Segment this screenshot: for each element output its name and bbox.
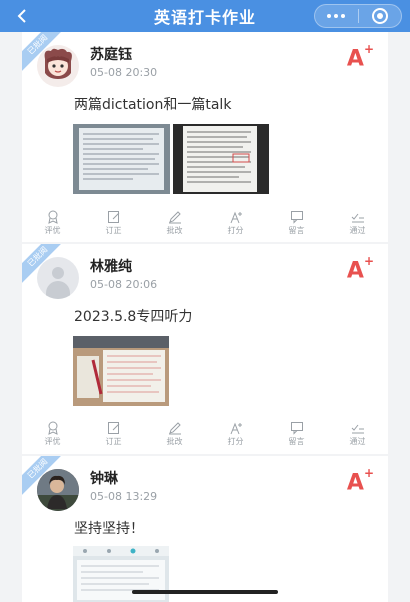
grade-badge: A+ [346,42,374,72]
action-score-button[interactable]: 打分 [211,210,261,236]
pencil-icon [167,210,183,224]
post-time: 05-08 20:06 [90,278,158,291]
chevron-left-icon [17,9,26,23]
author-name: 钟琳 [90,471,118,487]
post-content: 两篇dictation和一篇talk [74,97,232,113]
badge-icon [45,421,61,435]
chat-bubble-icon [289,421,305,435]
post-card: 已批阅 苏庭钰 05-08 20:30 A+ 两篇dictation和一篇tal… [22,32,388,242]
miniprogram-capsule [314,4,402,28]
grade-badge: A+ [346,254,374,284]
action-correct-button[interactable]: 订正 [89,421,139,447]
action-comment-button[interactable]: 评优 [28,421,78,447]
check-list-icon [350,210,366,224]
post-card: 已批阅 钟琳 05-08 13:29 A+ 坚持坚持！ [22,456,388,602]
action-score-button[interactable]: 打分 [211,421,261,447]
avatar[interactable] [37,45,79,87]
action-correct-button[interactable]: 订正 [89,210,139,236]
post-content: 2023.5.8专四听力 [74,309,193,325]
back-button[interactable] [10,4,34,28]
post-card: 已批阅 林雅纯 05-08 20:06 A+ 2023.5.8专四听力 评优 订… [22,244,388,454]
post-time: 05-08 13:29 [90,490,158,503]
photo-avatar-icon [37,469,79,511]
action-bar: 评优 订正 批改 打分 留言 通过 [22,209,388,237]
avatar[interactable] [37,257,79,299]
attachment-image[interactable] [73,336,169,406]
avatar[interactable] [37,469,79,511]
target-circle-icon [371,8,388,24]
notebook-photo [173,124,269,194]
home-indicator [132,590,278,594]
default-user-icon [52,267,64,279]
action-bar: 评优 订正 批改 打分 留言 通过 [22,420,388,448]
more-button[interactable] [315,5,358,27]
grade-a-icon [228,421,244,435]
edit-doc-icon [106,210,122,224]
pencil-icon [167,421,183,435]
close-miniprogram-button[interactable] [359,5,402,27]
nav-bar: 英语打卡作业 [0,0,410,32]
attachment-image[interactable] [173,124,269,194]
author-name: 林雅纯 [90,259,132,275]
action-review-button[interactable]: 批改 [150,421,200,447]
action-message-button[interactable]: 留言 [272,210,322,236]
action-comment-button[interactable]: 评优 [28,210,78,236]
action-message-button[interactable]: 留言 [272,421,322,447]
author-name: 苏庭钰 [90,47,132,63]
grade-a-icon [228,210,244,224]
action-pass-button[interactable]: 通过 [333,421,383,447]
chat-bubble-icon [289,210,305,224]
more-dots-icon [327,14,346,18]
page-title: 英语打卡作业 [153,8,256,27]
action-review-button[interactable]: 批改 [150,210,200,236]
grade-badge: A+ [346,466,374,496]
edit-doc-icon [106,421,122,435]
action-pass-button[interactable]: 通过 [333,210,383,236]
check-list-icon [350,421,366,435]
attachment-image[interactable] [73,124,170,194]
notes-photo [73,336,169,406]
badge-icon [45,210,61,224]
worksheet-photo [73,124,170,194]
cartoon-avatar-icon [44,48,72,79]
post-time: 05-08 20:30 [90,66,158,79]
post-content: 坚持坚持！ [74,521,144,537]
